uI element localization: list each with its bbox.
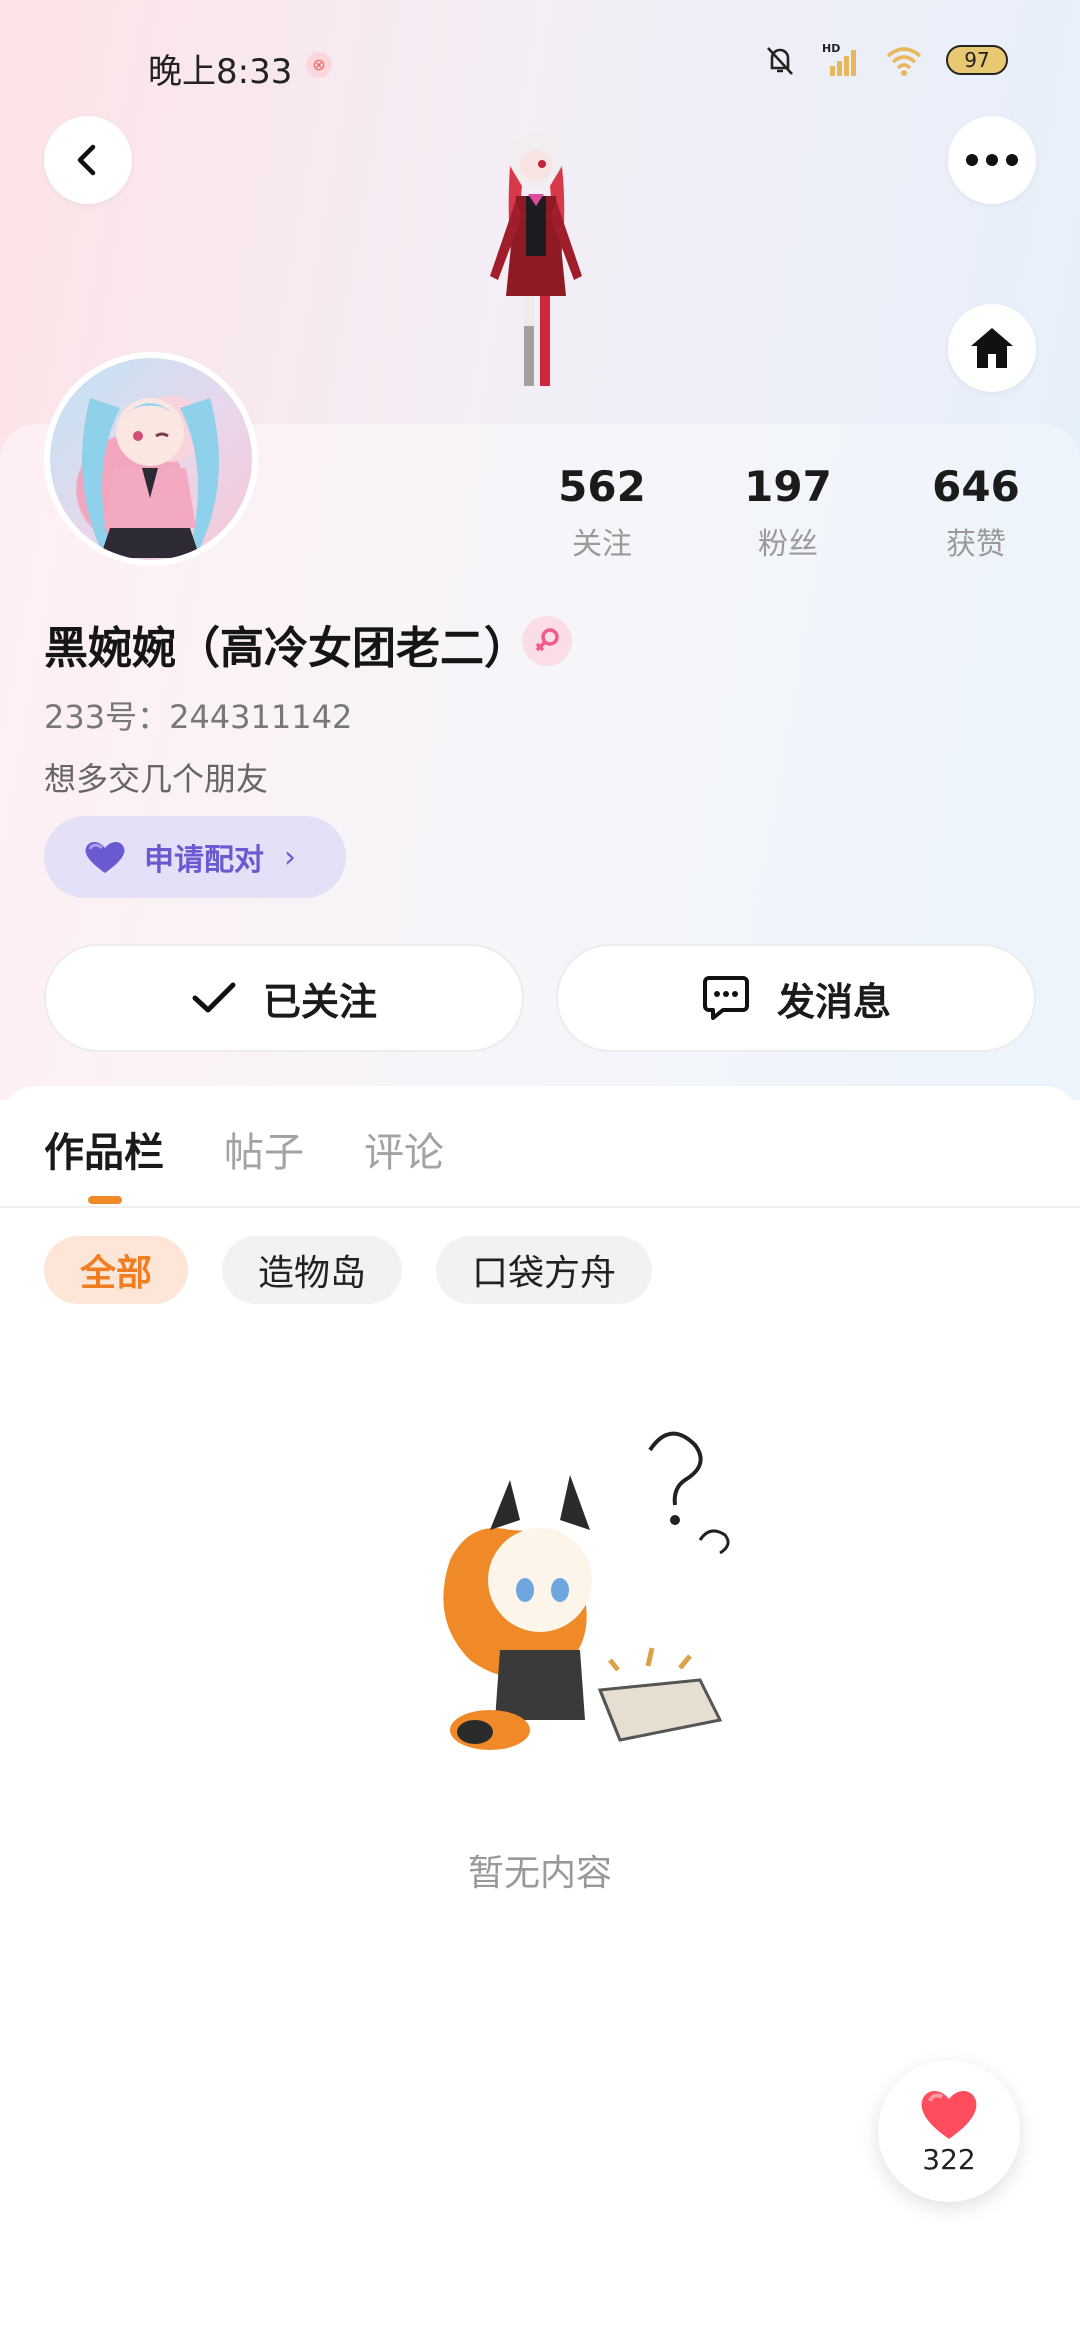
request-pair-button[interactable]: 申请配对 › bbox=[44, 816, 346, 898]
avatar-illustration bbox=[82, 398, 219, 558]
like-count: 322 bbox=[922, 2142, 976, 2176]
request-pair-label: 申请配对 bbox=[144, 843, 264, 878]
status-time: 晚上8:33 bbox=[148, 52, 293, 92]
filter-chip-pocket-ark[interactable]: 口袋方舟 bbox=[436, 1236, 653, 1304]
stat-fans-label: 粉丝 bbox=[758, 527, 818, 562]
battery-icon: 97 bbox=[946, 45, 1008, 75]
notification-badge-icon: ⊗ bbox=[306, 52, 332, 78]
wifi-icon bbox=[886, 47, 922, 76]
gender-badge bbox=[522, 616, 572, 666]
more-dots-icon bbox=[966, 154, 1018, 166]
stat-fans[interactable]: 197 粉丝 bbox=[708, 462, 868, 563]
tab-divider bbox=[0, 1206, 1080, 1208]
followed-label: 已关注 bbox=[262, 979, 377, 1024]
check-icon bbox=[192, 982, 236, 1013]
back-arrow-icon bbox=[77, 144, 96, 176]
filter-chip-creation-island[interactable]: 造物岛 bbox=[222, 1236, 403, 1304]
stat-following-value: 562 bbox=[558, 462, 646, 511]
empty-state-text: 暂无内容 bbox=[467, 1853, 612, 1894]
more-button[interactable] bbox=[948, 116, 1036, 204]
stat-likes[interactable]: 646 获赞 bbox=[896, 462, 1056, 563]
tab-works[interactable]: 作品栏 bbox=[44, 1120, 164, 1178]
chat-bubble-icon bbox=[702, 976, 749, 1020]
filter-chips: 全部 造物岛 口袋方舟 bbox=[44, 1236, 653, 1304]
mute-bell-icon bbox=[767, 47, 793, 75]
user-id: 233号：244311142 bbox=[44, 698, 353, 736]
heart-icon bbox=[921, 2090, 977, 2139]
chevron-right-icon: › bbox=[284, 839, 296, 875]
like-button[interactable]: 322 bbox=[878, 2060, 1020, 2202]
send-message-label: 发消息 bbox=[776, 979, 891, 1024]
send-message-button[interactable]: 发消息 bbox=[556, 944, 1036, 1052]
empty-state-illustration bbox=[443, 1431, 730, 1750]
home-icon bbox=[971, 328, 1013, 368]
tab-comments[interactable]: 评论 bbox=[364, 1120, 444, 1178]
svg-text:HD: HD bbox=[822, 42, 840, 55]
stat-following[interactable]: 562 关注 bbox=[522, 462, 682, 563]
filter-chip-all[interactable]: 全部 bbox=[44, 1236, 189, 1304]
character-model-image bbox=[490, 132, 582, 386]
username: 黑婉婉（高冷女团老二） bbox=[44, 623, 528, 674]
battery-level: 97 bbox=[964, 48, 990, 72]
tab-active-indicator bbox=[88, 1196, 122, 1204]
heart-icon bbox=[85, 841, 125, 873]
stat-following-label: 关注 bbox=[572, 527, 632, 562]
stat-likes-value: 646 bbox=[932, 462, 1020, 511]
status-icons: HD 97 bbox=[760, 40, 1008, 80]
followed-button[interactable]: 已关注 bbox=[44, 944, 524, 1052]
user-bio: 想多交几个朋友 bbox=[44, 760, 269, 798]
tab-posts[interactable]: 帖子 bbox=[224, 1120, 304, 1178]
content-tabs: 作品栏 帖子 评论 bbox=[44, 1120, 444, 1178]
stat-likes-label: 获赞 bbox=[946, 527, 1006, 562]
stat-fans-value: 197 bbox=[744, 462, 832, 511]
back-button[interactable] bbox=[44, 116, 132, 204]
home-button[interactable] bbox=[948, 304, 1036, 392]
hd-signal-icon: HD bbox=[822, 42, 856, 76]
avatar[interactable] bbox=[44, 352, 258, 566]
female-icon bbox=[535, 628, 559, 652]
